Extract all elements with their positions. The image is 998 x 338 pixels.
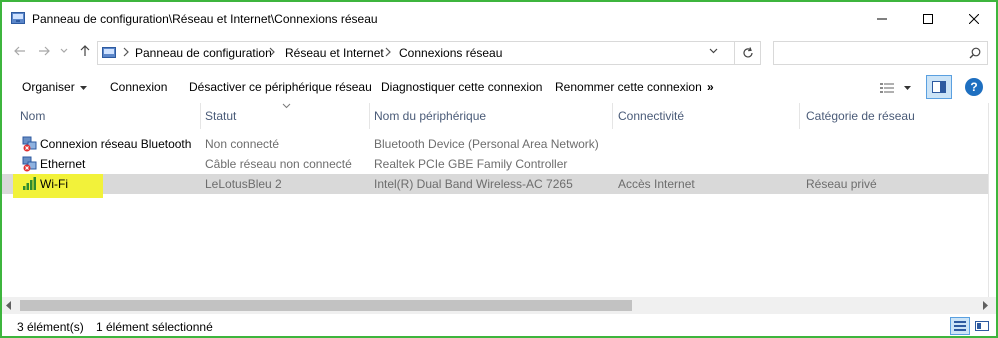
- horizontal-scrollbar[interactable]: [2, 297, 996, 314]
- change-view-button[interactable]: [880, 77, 911, 99]
- details-view-button[interactable]: [950, 317, 970, 335]
- search-icon: [969, 47, 981, 59]
- address-bar[interactable]: Panneau de configuration Réseau et Inter…: [97, 41, 735, 65]
- organize-menu[interactable]: Organiser: [22, 80, 87, 94]
- item-count: 3 élément(s): [17, 320, 84, 334]
- vertical-scroll-edge: [988, 103, 996, 297]
- chevron-down-icon[interactable]: [709, 48, 718, 54]
- control-panel-icon: [102, 47, 116, 58]
- caret-down-icon: [904, 86, 911, 90]
- arrow-up-icon: [80, 45, 90, 56]
- column-header-device[interactable]: Nom du périphérique: [374, 109, 486, 123]
- back-button[interactable]: [12, 43, 28, 59]
- scrollbar-thumb[interactable]: [20, 300, 632, 311]
- bluetooth-network-icon: [22, 136, 37, 152]
- details-view-icon: [954, 321, 966, 331]
- arrow-left-icon: [14, 46, 25, 56]
- explorer-window: Panneau de configuration\Réseau et Inter…: [0, 0, 998, 338]
- table-row[interactable]: Ethernet Câble réseau non connecté Realt…: [2, 154, 996, 174]
- diagnose-button[interactable]: Diagnostiquer cette connexion: [381, 80, 542, 94]
- recent-locations-button[interactable]: [56, 43, 72, 59]
- sort-caret-icon: [282, 103, 291, 109]
- tiles-view-icon: [975, 321, 989, 331]
- caret-down-icon: [79, 85, 87, 90]
- row-name: Wi-Fi: [40, 177, 68, 191]
- column-divider[interactable]: [612, 103, 613, 129]
- column-divider[interactable]: [799, 103, 800, 129]
- connect-button[interactable]: Connexion: [110, 80, 167, 94]
- breadcrumb-network-connections[interactable]: Connexions réseau: [399, 46, 502, 60]
- chevron-right-icon: [269, 47, 275, 57]
- disable-device-button[interactable]: Désactiver ce périphérique réseau: [189, 80, 372, 94]
- minimize-icon: [877, 18, 887, 19]
- row-device: Intel(R) Dual Band Wireless-AC 7265: [374, 177, 573, 191]
- window-title: Panneau de configuration\Réseau et Inter…: [32, 12, 378, 26]
- forward-button[interactable]: [36, 43, 52, 59]
- row-name: Connexion réseau Bluetooth: [40, 137, 192, 151]
- preview-pane-button[interactable]: [926, 75, 952, 99]
- selection-count: 1 élément sélectionné: [96, 320, 213, 334]
- tiles-view-button[interactable]: [972, 317, 992, 335]
- column-divider[interactable]: [200, 103, 201, 129]
- row-status: LeLotusBleu 2: [205, 177, 282, 191]
- row-name: Ethernet: [40, 157, 86, 171]
- chevron-down-icon: [60, 48, 68, 53]
- organize-label: Organiser: [22, 80, 75, 94]
- row-category: Réseau privé: [806, 177, 877, 191]
- scroll-right-icon[interactable]: [982, 301, 988, 310]
- minimize-button[interactable]: [859, 2, 905, 35]
- breadcrumb-control-panel[interactable]: Panneau de configuration: [135, 46, 272, 60]
- maximize-button[interactable]: [905, 2, 951, 35]
- row-status: Câble réseau non connecté: [205, 157, 352, 171]
- title-bar: Panneau de configuration\Réseau et Inter…: [2, 2, 996, 35]
- row-connectivity: Accès Internet: [618, 177, 695, 191]
- row-device: Realtek PCIe GBE Family Controller: [374, 157, 568, 171]
- command-bar: Organiser Connexion Désactiver ce périph…: [2, 72, 996, 102]
- column-header-status[interactable]: Statut: [205, 109, 236, 123]
- status-bar: 3 élément(s) 1 élément sélectionné: [2, 314, 996, 336]
- search-input[interactable]: [773, 41, 988, 65]
- refresh-icon: [742, 47, 753, 58]
- column-header-name[interactable]: Nom: [20, 109, 45, 123]
- preview-pane-icon: [932, 81, 946, 93]
- maximize-icon: [923, 13, 933, 24]
- row-status: Non connecté: [205, 137, 280, 151]
- arrow-right-icon: [39, 46, 50, 56]
- control-panel-icon: [11, 12, 25, 24]
- chevron-right-icon: [123, 47, 129, 57]
- refresh-button[interactable]: [735, 41, 761, 65]
- row-device: Bluetooth Device (Personal Area Network): [374, 137, 599, 151]
- table-row[interactable]: Connexion réseau Bluetooth Non connecté …: [2, 134, 996, 154]
- wifi-signal-icon: [23, 177, 36, 190]
- scroll-left-icon[interactable]: [6, 301, 12, 310]
- close-button[interactable]: [951, 2, 996, 35]
- column-header-category[interactable]: Catégorie de réseau: [806, 109, 915, 123]
- column-header-connectivity[interactable]: Connectivité: [618, 109, 684, 123]
- up-button[interactable]: [77, 43, 93, 59]
- close-icon: [969, 13, 979, 24]
- help-button[interactable]: ?: [965, 78, 983, 96]
- navigation-bar: Panneau de configuration Réseau et Inter…: [2, 36, 996, 68]
- more-commands-button[interactable]: »: [707, 80, 714, 94]
- rename-button[interactable]: Renommer cette connexion: [555, 80, 702, 94]
- column-divider[interactable]: [369, 103, 370, 129]
- table-row-selected[interactable]: Wi-Fi LeLotusBleu 2 Intel(R) Dual Band W…: [2, 174, 996, 198]
- ethernet-network-icon: [22, 156, 37, 172]
- details-view-icon: [880, 83, 894, 93]
- column-headers: Nom Statut Nom du périphérique Connectiv…: [2, 103, 996, 129]
- breadcrumb-network-internet[interactable]: Réseau et Internet: [285, 46, 384, 60]
- chevron-right-icon: [385, 47, 391, 57]
